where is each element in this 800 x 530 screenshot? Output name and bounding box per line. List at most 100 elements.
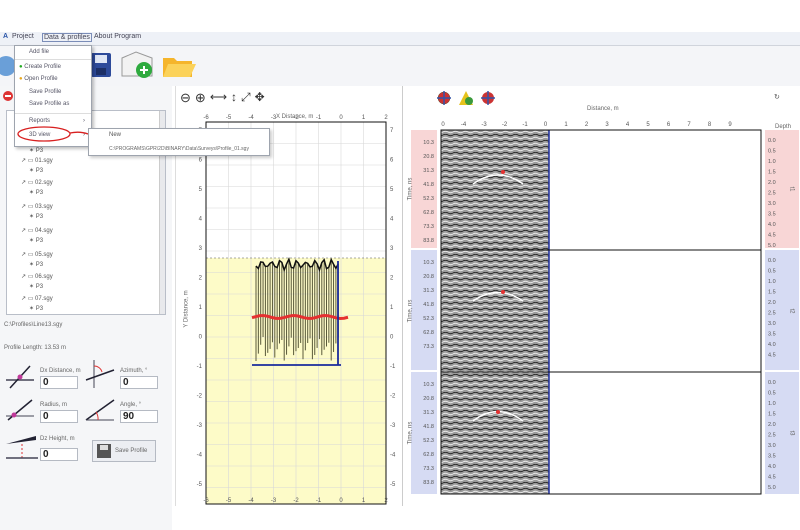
depth-tick-label: 1.5: [768, 412, 776, 418]
fit-all-icon[interactable]: ⤢: [241, 90, 251, 106]
depth-tick-label: 3.5: [768, 332, 776, 338]
time-label-1: Time, ns: [407, 177, 414, 201]
depth-tick-label: 3.0: [768, 321, 776, 327]
y-tick-label: 6: [199, 158, 203, 164]
tree-item[interactable]: ↗ ▭ 04.sgy: [21, 227, 53, 237]
add-folder-icon[interactable]: [118, 48, 158, 82]
y-tick-label: -3: [197, 423, 203, 429]
dz-height-field[interactable]: 0: [40, 448, 78, 461]
radius-label: Radius, m: [40, 402, 68, 408]
time-tick-label: 83.8: [423, 480, 434, 486]
x-tick-label: -3: [271, 498, 277, 504]
azimuth-field[interactable]: 0: [120, 376, 158, 389]
angle-icon: [85, 399, 115, 421]
zoom-in-icon[interactable]: ⊕: [195, 90, 206, 106]
profile-length: Profile Length: 13.53 m: [4, 345, 67, 351]
dx-distance-field[interactable]: 0: [40, 376, 78, 389]
menu-project[interactable]: Project: [12, 33, 34, 40]
time-tick-label: 10.3: [423, 382, 434, 388]
time-tick-label: 31.3: [423, 288, 434, 294]
triangle-icon[interactable]: [458, 90, 474, 106]
tree-item[interactable]: ✶ P3: [29, 237, 43, 247]
tree-item[interactable]: ↗ ▭ 05.sgy: [21, 251, 53, 261]
menu-item-add-file[interactable]: Add file: [29, 49, 49, 55]
open-folder-icon[interactable]: [160, 50, 198, 82]
radargram-chart[interactable]: 0 -4 -3 -2 -1 0 1 2 3 4 5 6 7 8 9 10.3 20.8 31.3 41.8 52.3…: [403, 86, 800, 506]
tree-item[interactable]: ↗ ▭ 02.sgy: [21, 179, 53, 189]
crosshair-icon[interactable]: [436, 90, 452, 106]
menu-data-profiles[interactable]: Data & profiles: [42, 33, 92, 42]
radius-field[interactable]: 0: [40, 410, 78, 423]
toolbar-overflow[interactable]: ↻: [774, 93, 780, 101]
tree-item[interactable]: ↗ ▭ 01.sgy: [21, 157, 53, 167]
depth-tick-label: 0.5: [768, 269, 776, 275]
depth-tick-label: 2.5: [768, 311, 776, 317]
tree-item[interactable]: ✶ P3: [29, 147, 43, 157]
distance-tick-label: 3: [605, 122, 609, 128]
tree-item[interactable]: ↗ ▭ 07.sgy: [21, 295, 53, 305]
tree-item[interactable]: ✶ P3: [29, 167, 43, 177]
time-tick-label: 10.3: [423, 260, 434, 266]
depth-tick-label: 2.0: [768, 180, 776, 186]
distance-tick-label: -4: [461, 122, 467, 128]
y-tick-label: 4: [199, 217, 203, 223]
target-icon[interactable]: [480, 90, 496, 106]
time-tick-label: 52.3: [423, 316, 434, 322]
depth-tick-label: 0.5: [768, 391, 776, 397]
save-profile-button[interactable]: Save Profile: [92, 440, 156, 462]
highlight-ellipse: [17, 126, 89, 142]
depth-tick-label: 4.5: [768, 353, 776, 359]
distance-tick-label: 2: [585, 122, 589, 128]
angle-label: Angle, °: [120, 402, 142, 408]
tree-item[interactable]: ✶ P3: [29, 305, 43, 314]
menu-item-save-profile[interactable]: Save Profile: [29, 89, 61, 95]
distance-tick-label: 7: [687, 122, 691, 128]
delete-icon[interactable]: [2, 90, 14, 102]
x-tick-label: -6: [203, 115, 209, 121]
submenu-item-new[interactable]: New: [109, 132, 121, 138]
time-tick-label: 41.8: [423, 182, 434, 188]
depth-tick-label: 2.0: [768, 300, 776, 306]
angle-field[interactable]: 90: [120, 410, 158, 423]
menu-about[interactable]: About Program: [94, 33, 141, 40]
y-tick-label: 4: [390, 217, 394, 223]
move-icon[interactable]: ✥: [255, 90, 265, 106]
distance-tick-label: 9: [728, 122, 732, 128]
y-tick-label: -1: [390, 364, 396, 370]
tree-item[interactable]: ✶ P3: [29, 213, 43, 223]
menu-item-save-profile-as[interactable]: Save Profile as: [29, 101, 69, 107]
cd-icon[interactable]: [0, 52, 14, 80]
radargram-panel: 0 -4 -3 -2 -1 0 1 2 3 4 5 6 7 8 9 10.3 20.8 31.3 41.8 52.3…: [402, 86, 800, 506]
y-tick-label: -1: [197, 364, 203, 370]
fit-height-icon[interactable]: ↕: [231, 90, 237, 106]
depth-tick-label: 1.5: [768, 170, 776, 176]
y-tick-label: -5: [197, 482, 203, 488]
tree-item[interactable]: ↗ ▭ 03.sgy: [21, 203, 53, 213]
depth-tick-label: 1.0: [768, 279, 776, 285]
tree-item[interactable]: ✶ P3: [29, 189, 43, 199]
tree-item[interactable]: ✶ P3: [29, 261, 43, 271]
depth-tick-label: 1.0: [768, 401, 776, 407]
menu-item-open-profile[interactable]: ● Open Profile: [19, 76, 58, 82]
menu-item-create-profile[interactable]: ● Create Profile: [19, 64, 61, 70]
submenu-item-recent[interactable]: C:\PROGRAMS\GPR\2D\BINARY\Data\Surveys\P…: [109, 146, 249, 152]
x-tick-label: -6: [203, 498, 209, 504]
time-tick-label: 52.3: [423, 196, 434, 202]
y-tick-label: 5: [199, 187, 203, 193]
fit-width-icon[interactable]: ⟷: [210, 90, 227, 106]
depth-title: Depth: [775, 124, 792, 130]
panel-label-3: t3: [788, 430, 795, 436]
time-tick-label: 73.3: [423, 466, 434, 472]
x-tick-label: -1: [316, 498, 322, 504]
x-tick-label: -5: [226, 115, 232, 121]
zoom-out-icon[interactable]: ⊖: [180, 90, 191, 106]
time-tick-label: 31.3: [423, 410, 434, 416]
tree-item[interactable]: ↗ ▭ 06.sgy: [21, 273, 53, 283]
distance-tick-label: -2: [502, 122, 508, 128]
zoom-toolbar: ⊖ ⊕ ⟷ ↕ ⤢ ✥: [180, 90, 310, 106]
tree-item[interactable]: ✶ P3: [29, 283, 43, 293]
depth-tick-label: 4.0: [768, 222, 776, 228]
toolbar: [0, 46, 800, 86]
x-tick-label: -1: [316, 115, 322, 121]
time-label-2: Time, ns: [407, 299, 414, 323]
